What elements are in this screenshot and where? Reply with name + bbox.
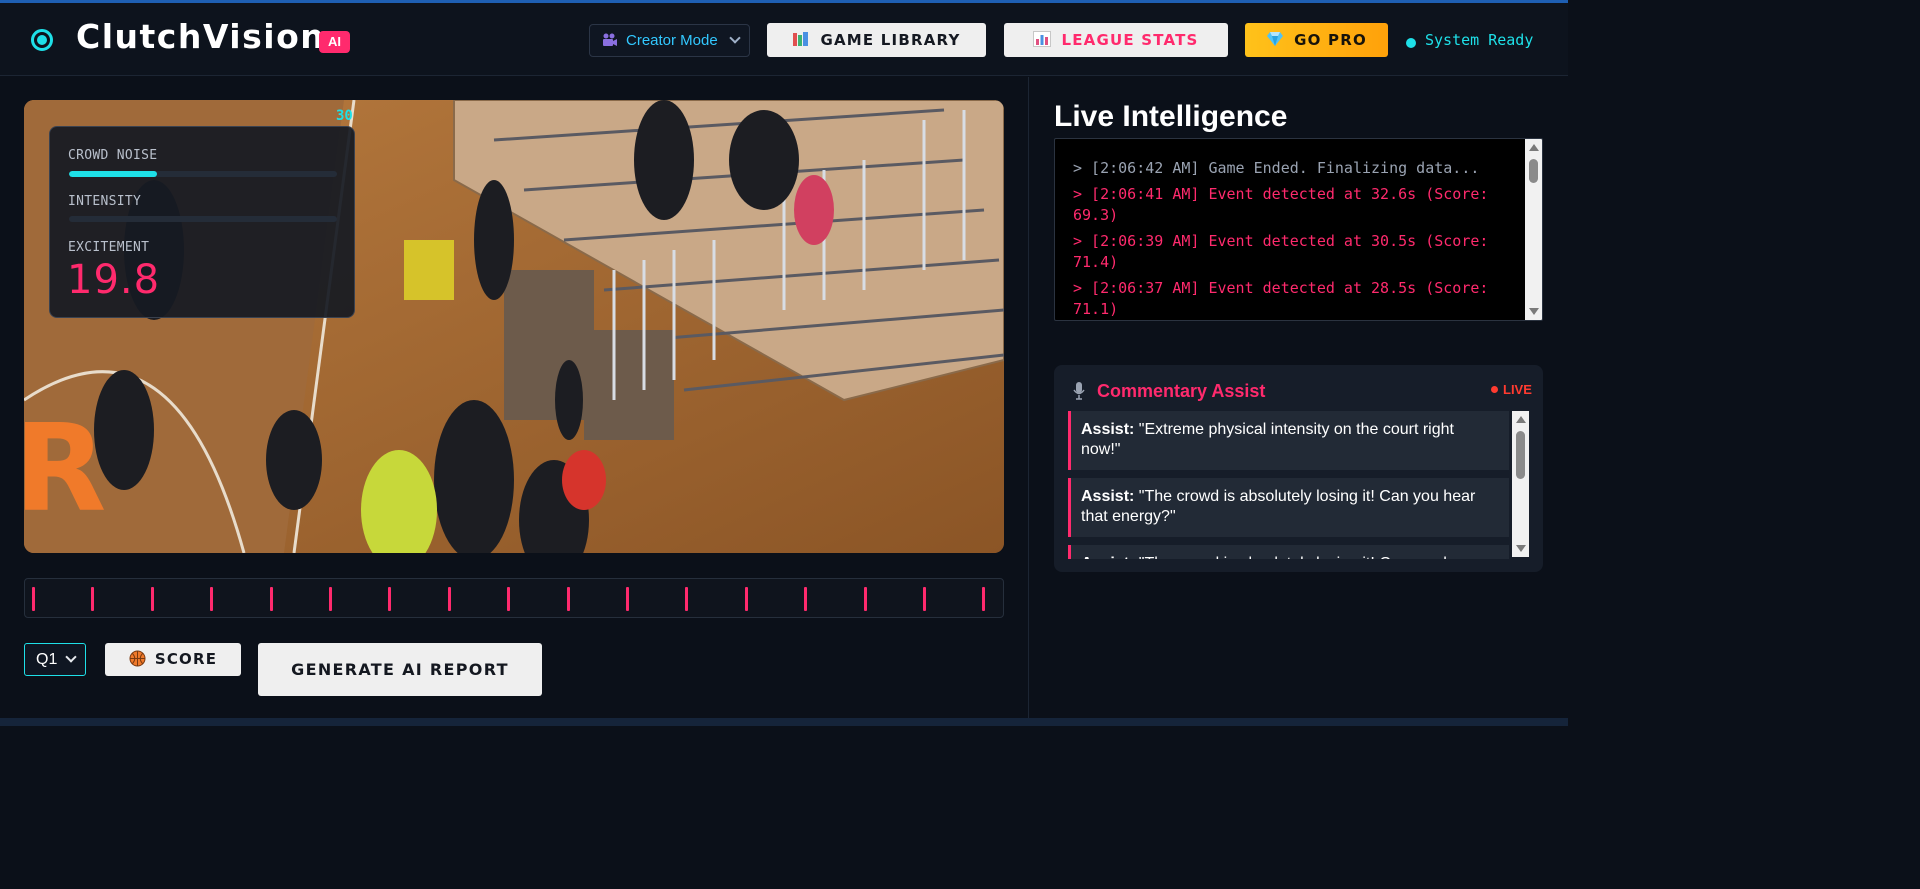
go-pro-label: GO PRO: [1294, 31, 1367, 49]
commentary-assist-panel: Commentary Assist LIVE Assist: "Extreme …: [1054, 365, 1543, 572]
commentary-speaker: Assist:: [1081, 555, 1134, 559]
timeline-event-marker[interactable]: [91, 587, 95, 611]
live-badge: LIVE: [1503, 382, 1532, 397]
quarter-select[interactable]: Q1: [24, 643, 86, 676]
logo-target-icon: [31, 29, 53, 51]
timeline-event-marker[interactable]: [447, 587, 451, 611]
chevron-down-icon: [65, 651, 77, 663]
timeline-event-marker[interactable]: [388, 587, 392, 611]
timeline-event-marker[interactable]: [507, 587, 511, 611]
frame-counter: 30: [336, 108, 353, 124]
scroll-up-icon[interactable]: [1516, 416, 1526, 423]
scroll-down-icon[interactable]: [1516, 545, 1526, 552]
app-header: ClutchVision AI Creator Mode GAME LIBRAR…: [0, 3, 1568, 76]
diamond-icon: [1267, 32, 1284, 46]
timeline-event-marker[interactable]: [210, 587, 214, 611]
event-timeline[interactable]: [24, 578, 1004, 618]
microphone-icon: [1073, 382, 1085, 400]
timeline-event-marker[interactable]: [329, 587, 332, 611]
basketball-icon: [129, 650, 146, 667]
event-log[interactable]: > [2:06:42 AM] Game Ended. Finalizing da…: [1054, 138, 1543, 321]
commentary-item: Assist: "The crowd is absolutely losing …: [1068, 478, 1509, 537]
scroll-thumb[interactable]: [1516, 431, 1525, 479]
log-line: > [2:06:37 AM] Event detected at 28.5s (…: [1073, 279, 1489, 318]
excitement-value: 19.8: [67, 257, 161, 303]
app-title: ClutchVision: [76, 17, 326, 56]
commentary-item: Assist: "Extreme physical intensity on t…: [1068, 411, 1509, 470]
bar-chart-icon: [1033, 31, 1052, 47]
metrics-overlay: CROWD NOISE INTENSITY EXCITEMENT 19.8: [49, 126, 355, 318]
log-line: > [2:06:42 AM] Game Ended. Finalizing da…: [1073, 159, 1480, 177]
commentary-list[interactable]: Assist: "Extreme physical intensity on t…: [1068, 411, 1509, 559]
scroll-up-icon[interactable]: [1529, 144, 1539, 151]
commentary-speaker: Assist:: [1081, 421, 1135, 438]
system-status: System Ready: [1425, 31, 1534, 49]
ai-badge: AI: [319, 31, 350, 53]
score-label: SCORE: [154, 650, 218, 668]
crowd-noise-bar: [69, 171, 337, 177]
score-button[interactable]: SCORE: [105, 643, 241, 676]
mode-select-value: Creator Mode: [626, 32, 718, 49]
league-stats-button[interactable]: LEAGUE STATS: [1004, 23, 1228, 57]
timeline-event-marker[interactable]: [923, 587, 926, 611]
commentary-scrollbar[interactable]: [1512, 411, 1529, 557]
event-log-lines: > [2:06:42 AM] Game Ended. Finalizing da…: [1073, 158, 1518, 320]
timeline-event-marker[interactable]: [269, 587, 273, 611]
game-library-label: GAME LIBRARY: [820, 31, 961, 49]
timeline-event-marker[interactable]: [32, 587, 35, 611]
chevron-down-icon: [729, 32, 741, 44]
commentary-text: "The crowd is absolutely losing it! Can …: [1081, 488, 1476, 525]
log-line: > [2:06:39 AM] Event detected at 30.5s (…: [1073, 232, 1489, 271]
live-intelligence-title: Live Intelligence: [1054, 100, 1288, 133]
scroll-down-icon[interactable]: [1529, 308, 1539, 315]
quarter-select-value: Q1: [36, 651, 58, 668]
go-pro-button[interactable]: GO PRO: [1245, 23, 1388, 57]
crowd-noise-label: CROWD NOISE: [68, 148, 158, 163]
commentary-item: Assist: "The crowd is absolutely losing …: [1068, 545, 1509, 559]
intensity-label: INTENSITY: [68, 194, 142, 209]
live-indicator-dot: [1491, 386, 1498, 393]
timeline-event-marker[interactable]: [566, 587, 570, 611]
timeline-event-marker[interactable]: [804, 587, 808, 611]
timeline-event-marker[interactable]: [863, 587, 867, 611]
log-line: > [2:06:41 AM] Event detected at 32.6s (…: [1073, 185, 1489, 224]
timeline-event-marker[interactable]: [626, 587, 629, 611]
books-icon: [793, 32, 809, 46]
commentary-speaker: Assist:: [1081, 488, 1135, 505]
timeline-event-marker[interactable]: [744, 587, 748, 611]
excitement-label: EXCITEMENT: [68, 240, 150, 255]
timeline-event-marker[interactable]: [685, 587, 689, 611]
log-scrollbar[interactable]: [1525, 139, 1542, 320]
mode-select[interactable]: Creator Mode: [589, 24, 750, 57]
video-camera-icon: [603, 33, 617, 46]
commentary-text: "Extreme physical intensity on the court…: [1081, 421, 1454, 458]
commentary-text: "The crowd is absolutely losing it! Can …: [1081, 555, 1476, 559]
generate-report-button[interactable]: GENERATE AI REPORT: [258, 643, 542, 696]
commentary-assist-title: Commentary Assist: [1097, 381, 1266, 401]
bottom-edge: [0, 718, 1568, 726]
scroll-thumb[interactable]: [1529, 159, 1538, 183]
crowd-noise-fill: [69, 171, 158, 177]
timeline-event-marker[interactable]: [150, 587, 154, 611]
status-indicator-dot: [1406, 38, 1416, 48]
panel-divider: [1028, 77, 1029, 718]
intensity-bar: [69, 216, 337, 222]
league-stats-label: LEAGUE STATS: [1061, 31, 1199, 49]
timeline-event-marker[interactable]: [982, 587, 986, 611]
game-library-button[interactable]: GAME LIBRARY: [767, 23, 986, 57]
svg-text:R: R: [24, 400, 106, 539]
